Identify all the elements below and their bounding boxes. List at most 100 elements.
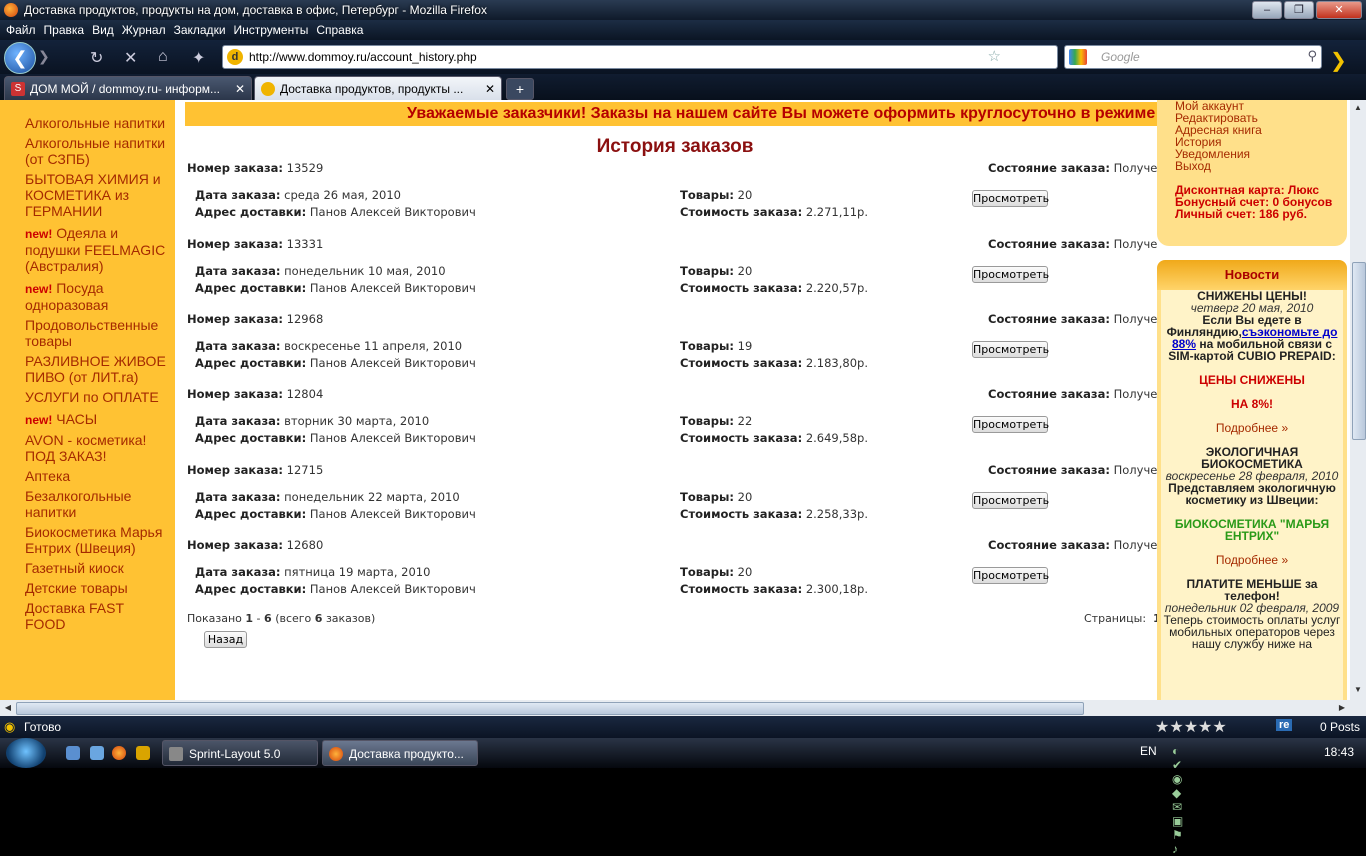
items-label: Товары: [680,264,735,278]
chevron-right-icon[interactable]: ❯ [1330,48,1347,73]
category-alcohol[interactable]: Алкогольные напитки [0,115,175,131]
category-avon[interactable]: AVON - косметика! ПОД ЗАКАЗ! [0,432,175,464]
menu-file[interactable]: Файл [6,23,36,37]
category-alcohol-szpb[interactable]: Алкогольные напитки (от СЗПБ) [0,135,175,167]
delivery-address: Панов Алексей Викторович [309,507,476,521]
category-soft-drinks[interactable]: Безалкогольные напитки [0,488,175,520]
cost-label: Стоимость заказа: [680,356,803,370]
search-placeholder[interactable]: Google [1101,50,1140,64]
bookmark-star-icon[interactable]: ☆ [988,47,1001,65]
scroll-down-icon[interactable]: ▼ [1352,684,1364,696]
menu-tools[interactable]: Инструменты [234,23,309,37]
sprint-layout-icon [169,747,183,761]
clock[interactable]: 18:43 [1324,745,1354,759]
category-household-chemicals[interactable]: БЫТОВАЯ ХИМИЯ и КОСМЕТИКА из ГЕРМАНИИ [0,171,175,219]
view-order-button[interactable]: Просмотреть [972,567,1049,584]
new-badge: new! [25,282,53,296]
vertical-scrollbar[interactable]: ▲ ▼ [1350,100,1366,700]
windows-taskbar: Sprint-Layout 5.0 Доставка продукто... E… [0,738,1366,856]
menu-edit[interactable]: Правка [44,23,85,37]
show-desktop-icon[interactable] [66,746,80,760]
news-highlight: ЦЕНЫ СНИЖЕНЫ [1199,373,1305,387]
order-status-label: Состояние заказа: [988,312,1110,326]
firefox-icon [329,747,343,761]
search-icon[interactable]: ⚲ [1307,48,1317,64]
taskbar-firefox[interactable]: Доставка продукто... [322,740,478,766]
app-quicklaunch-icon[interactable] [136,746,150,760]
category-watches[interactable]: new! ЧАСЫ [0,411,175,428]
delivery-address: Панов Алексей Викторович [309,205,476,219]
home-icon[interactable]: ⌂ [158,48,168,66]
navigation-toolbar: ❮ ❯ ↻ ✕ ⌂ ✦ d http://www.dommoy.ru/accou… [0,40,1366,74]
order-status-label: Состояние заказа: [988,463,1110,477]
scroll-right-icon[interactable]: ▶ [1336,702,1348,714]
category-payment-services[interactable]: УСЛУГИ по ОПЛАТЕ [0,389,175,405]
reload-icon[interactable]: ↻ [90,48,103,68]
minimize-button[interactable]: ‒ [1252,1,1282,19]
stop-icon[interactable]: ✕ [124,48,137,68]
category-kids[interactable]: Детские товары [0,580,175,596]
tab-close-icon[interactable]: ✕ [485,82,495,96]
tab-delivery[interactable]: Доставка продуктов, продукты ... ✕ [254,76,502,100]
close-button[interactable]: ✕ [1316,1,1362,19]
order-date-label: Дата заказа: [195,490,281,504]
category-food[interactable]: Продовольственные товары [0,317,175,349]
category-blankets[interactable]: new! Одеяла и подушки FEELMAGIC (Австрал… [0,225,175,274]
switch-windows-icon[interactable] [90,746,104,760]
firefox-quicklaunch-icon[interactable] [112,746,126,760]
menu-history[interactable]: Журнал [122,23,166,37]
taskbar-sprint-layout[interactable]: Sprint-Layout 5.0 [162,740,318,766]
tray-icons[interactable]: ◐ ✔ ◉ ◆ ✉ ▣ ⚑ ♪ [1172,744,1183,856]
order-status-label: Состояние заказа: [988,538,1110,552]
scroll-up-icon[interactable]: ▲ [1352,102,1364,114]
horizontal-scrollbar[interactable]: ◀ ▶ [0,700,1350,716]
news-more-link[interactable]: Подробнее » [1161,422,1343,434]
scroll-left-icon[interactable]: ◀ [2,702,14,714]
posts-count[interactable]: 0 Posts [1320,720,1360,734]
menu-view[interactable]: Вид [92,23,114,37]
category-beer[interactable]: РАЗЛИВНОЕ ЖИВОЕ ПИВО (от ЛИТ.ra) [0,353,175,385]
start-button[interactable] [6,738,46,768]
window-title: Доставка продуктов, продукты на дом, дос… [24,3,487,17]
view-order-button[interactable]: Просмотреть [972,492,1049,509]
re-badge[interactable]: re [1276,719,1293,731]
new-tab-button[interactable]: + [506,78,534,100]
view-order-button[interactable]: Просмотреть [972,341,1049,358]
view-order-button[interactable]: Просмотреть [972,266,1049,283]
addon-icon[interactable]: ✦ [192,48,205,68]
language-indicator[interactable]: EN [1140,744,1157,758]
maximize-button[interactable]: ❐ [1284,1,1314,19]
google-icon[interactable] [1069,49,1087,65]
category-newsstand[interactable]: Газетный киоск [0,560,175,576]
menu-help[interactable]: Справка [316,23,363,37]
account-link-logout[interactable]: Выход [1175,160,1347,172]
news-body: СНИЖЕНЫ ЦЕНЫ! четверг 20 мая, 2010 Если … [1161,290,1343,700]
scroll-thumb[interactable] [16,702,1084,715]
items-label: Товары: [680,565,735,579]
rating-stars-icon[interactable]: ★★★★★ [1155,717,1227,737]
address-bar[interactable]: d http://www.dommoy.ru/account_history.p… [222,45,1058,69]
news-more-link[interactable]: Подробнее » [1161,554,1343,566]
category-pharmacy[interactable]: Аптека [0,468,175,484]
forward-arrow-icon[interactable]: ❯ [38,48,60,68]
new-badge: new! [25,227,53,241]
new-badge: new! [25,413,53,427]
back-arrow-icon[interactable]: ❮ [4,42,36,74]
url-text[interactable]: http://www.dommoy.ru/account_history.php [249,50,477,64]
order-number-label: Номер заказа: [187,237,284,251]
back-button[interactable]: Назад [204,631,247,648]
tab-favicon-icon: S [11,81,25,96]
news-text: Представляем экологичную косметику из Шв… [1168,481,1336,507]
tab-close-icon[interactable]: ✕ [235,82,245,96]
tab-dommoy-info[interactable]: S ДОМ МОЙ / dommoy.ru- информ... ✕ [4,76,252,100]
search-bar[interactable]: Google ⚲ [1064,45,1322,69]
order-date-label: Дата заказа: [195,264,281,278]
category-fast-food[interactable]: Доставка FAST FOOD [0,600,175,632]
view-order-button[interactable]: Просмотреть [972,190,1049,207]
scroll-thumb[interactable] [1352,262,1366,440]
category-biocosmetics[interactable]: Биокосметика Марья Ентрих (Швеция) [0,524,175,556]
category-disposable-dishes[interactable]: new! Посуда одноразовая [0,280,175,313]
menu-bookmarks[interactable]: Закладки [174,23,226,37]
order-number-label: Номер заказа: [187,538,284,552]
view-order-button[interactable]: Просмотреть [972,416,1049,433]
